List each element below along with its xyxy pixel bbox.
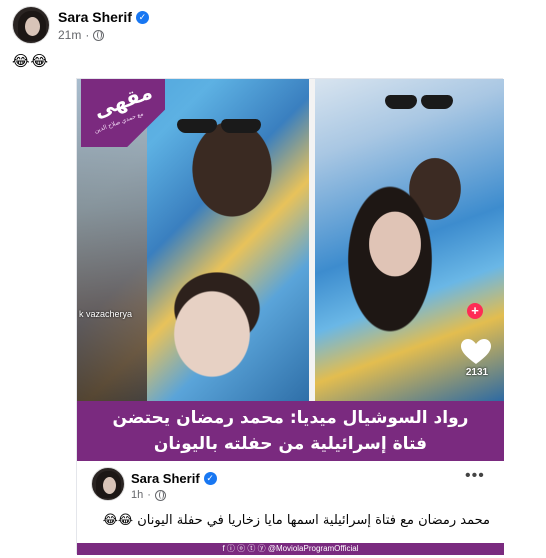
heart-icon	[461, 339, 491, 364]
follow-plus-icon: +	[467, 303, 483, 319]
photo-collage: مقهى مع حمدي صلاح الدين k vazacherya + 2…	[77, 79, 504, 401]
post-time[interactable]: 21m	[58, 28, 81, 42]
author-row: Sara Sherif ✓	[58, 9, 149, 25]
author-avatar[interactable]	[12, 6, 50, 44]
inner-author-name: Sara Sherif	[131, 471, 200, 486]
inner-post-time: 1h	[131, 489, 144, 501]
inner-author-row: Sara Sherif ✓	[131, 471, 217, 486]
post-caption: 😂😂	[12, 53, 50, 70]
tiktok-handle: k vazacherya	[79, 309, 133, 319]
verified-badge-icon: ✓	[135, 10, 149, 24]
more-options-icon: •••	[465, 467, 485, 484]
post-meta: 21m ·	[58, 28, 105, 42]
headline-banner: رواد السوشيال ميديا: محمد رمضان يحتضن فت…	[77, 401, 504, 461]
social-footer-bar: f ⓘ ⓞ ⓣ ⓨ @MoviolaProgramOfficial	[77, 543, 504, 555]
likes-count: 2131	[465, 367, 489, 378]
headline-line-2: فتاة إسرائيلية من حفلته باليونان	[153, 434, 428, 454]
author-name[interactable]: Sara Sherif	[58, 9, 132, 25]
post-header: Sara Sherif ✓ 21m ·	[12, 6, 534, 46]
facebook-post: Sara Sherif ✓ 21m · 😂😂 مقهى مع حمدي صلاح…	[0, 0, 546, 558]
globe-icon	[93, 29, 105, 41]
inner-post-text: محمد رمضان مع فتاة إسرائيلية اسمها مايا …	[102, 513, 490, 528]
tiktok-side-rail: + 2131	[455, 303, 499, 399]
shared-image-card[interactable]: مقهى مع حمدي صلاح الدين k vazacherya + 2…	[76, 78, 504, 555]
sunglasses-right	[385, 95, 457, 111]
sunglasses-left	[177, 119, 267, 135]
inner-post-meta: 1h ·	[131, 489, 166, 501]
embedded-post: Sara Sherif ✓ 1h · ••• محمد رمضان مع فتا…	[77, 461, 504, 543]
inner-globe-icon	[154, 489, 166, 501]
inner-verified-badge-icon: ✓	[203, 472, 217, 485]
headline-line-1: رواد السوشيال ميديا: محمد رمضان يحتضن	[112, 408, 469, 428]
inner-author-avatar	[91, 467, 125, 501]
